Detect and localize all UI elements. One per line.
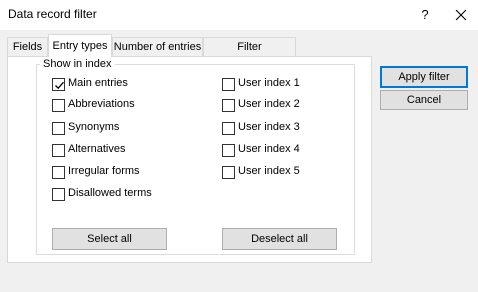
title-bar: Data record filter ? bbox=[0, 0, 478, 30]
checkbox-box[interactable] bbox=[52, 144, 65, 157]
checkbox-label: Main entries bbox=[68, 77, 128, 89]
window-title: Data record filter bbox=[8, 7, 97, 21]
dialog-footer bbox=[0, 263, 478, 292]
checkbox-label: User index 4 bbox=[238, 143, 300, 155]
tab-filter-administration[interactable]: Filter administration bbox=[203, 37, 296, 71]
tab-label: Fields bbox=[12, 41, 43, 53]
help-icon: ? bbox=[421, 7, 429, 22]
cancel-button[interactable]: Cancel bbox=[380, 90, 468, 110]
close-icon bbox=[455, 9, 467, 21]
checkbox-label: User index 1 bbox=[238, 77, 300, 89]
checkbox-label: Synonyms bbox=[68, 121, 120, 133]
close-button[interactable] bbox=[444, 0, 478, 30]
checkbox-box[interactable] bbox=[52, 122, 65, 135]
checkbox-label: User index 5 bbox=[238, 165, 300, 177]
checkbox-label: User index 2 bbox=[238, 98, 300, 110]
help-button[interactable]: ? bbox=[408, 0, 442, 30]
show-in-index-group bbox=[36, 64, 355, 255]
checkbox-box[interactable] bbox=[222, 78, 235, 91]
checkbox-label: Alternatives bbox=[68, 143, 126, 155]
group-legend: Show in index bbox=[40, 58, 115, 70]
checkbox-box[interactable] bbox=[222, 122, 235, 135]
checkbox-box[interactable] bbox=[52, 188, 65, 201]
tab-label: Entry types bbox=[52, 40, 108, 52]
tab-fields[interactable]: Fields bbox=[7, 37, 48, 56]
checkbox-box[interactable] bbox=[52, 99, 65, 112]
checkbox-box[interactable] bbox=[222, 166, 235, 179]
checkbox-label: Disallowed terms bbox=[68, 187, 152, 199]
checkbox-box[interactable] bbox=[222, 99, 235, 112]
checkbox-label: User index 3 bbox=[238, 121, 300, 133]
checkbox-box[interactable] bbox=[52, 166, 65, 179]
checkbox-label: Abbreviations bbox=[68, 98, 135, 110]
checkmark-icon bbox=[55, 81, 64, 90]
tab-number-of-entries[interactable]: Number of entries bbox=[112, 37, 203, 56]
apply-filter-button[interactable]: Apply filter bbox=[380, 66, 468, 88]
checkbox-box[interactable] bbox=[222, 144, 235, 157]
select-all-button[interactable]: Select all bbox=[52, 228, 167, 250]
checkbox-box[interactable] bbox=[52, 78, 65, 91]
checkbox-label: Irregular forms bbox=[68, 165, 140, 177]
deselect-all-button[interactable]: Deselect all bbox=[222, 228, 337, 250]
tab-entry-types[interactable]: Entry types bbox=[48, 34, 112, 57]
tab-label: Number of entries bbox=[113, 41, 202, 53]
